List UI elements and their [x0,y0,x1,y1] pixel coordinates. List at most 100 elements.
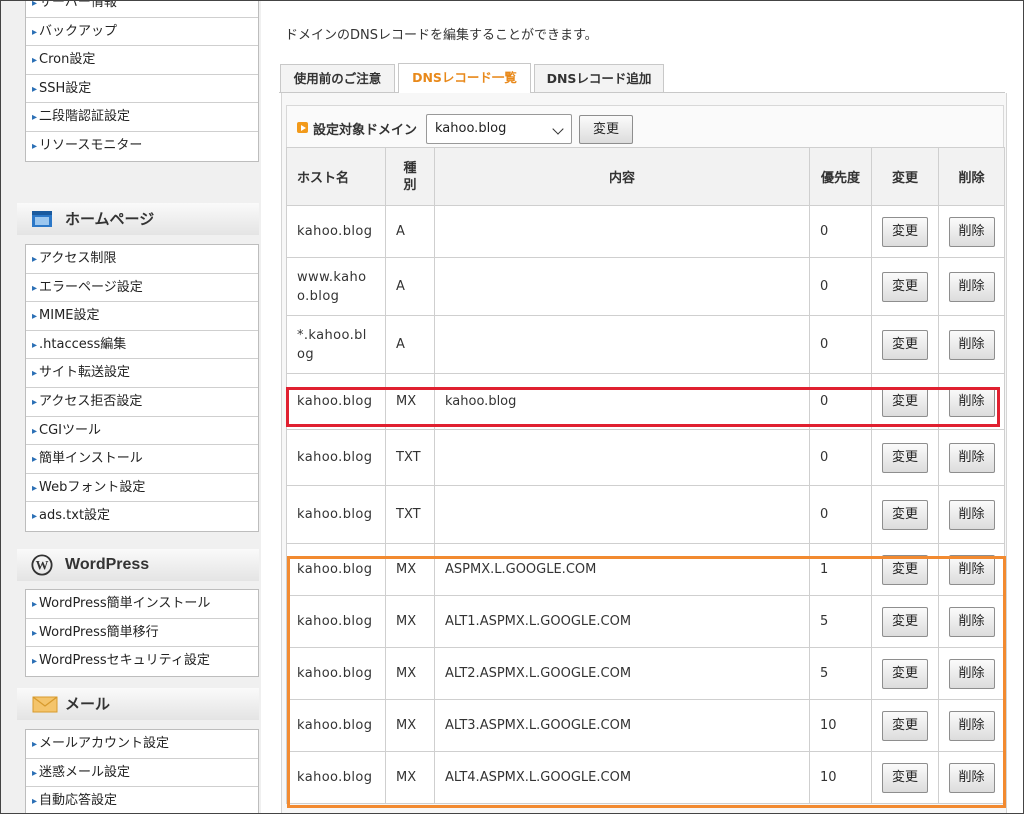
cell-edit: 変更 [871,315,939,374]
cell-delete: 削除 [938,373,1005,430]
cell-type: MX [385,699,435,752]
edit-button[interactable]: 変更 [882,329,928,360]
column-header-type: 種 別 [385,147,435,206]
edit-button[interactable]: 変更 [882,442,928,473]
sidebar-item-server-5[interactable]: ▸ リソースモニター [26,132,258,161]
delete-button[interactable]: 削除 [948,499,995,530]
cell-priority: 10 [809,751,872,804]
column-header-host: ホスト名 [286,147,386,206]
sidebar: ▸ サーバー情報 ▸ バックアップ ▸ Cron設定 ▸ SSH設定 ▸ 二段階認証設定 ▸ リソース… [15,1,259,813]
sidebar-item-mail-0[interactable]: ▸ メールアカウント設定 [26,730,258,759]
cell-priority: 5 [809,595,872,648]
sidebar-item-mail-2[interactable]: ▸ 自動応答設定 [26,787,258,813]
tab-dns-record-add[interactable]: DNSレコード追加 [534,64,664,92]
table-header-row: ホスト名 種 別 内容 優先度 変更 削除 [286,147,1005,206]
sidebar-item-label: メールアカウント設定 [39,736,170,751]
sidebar-item-mail-1[interactable]: ▸ 迷惑メール設定 [26,759,258,788]
delete-button[interactable]: 削除 [948,442,995,473]
sidebar-item-server-1[interactable]: ▸ バックアップ [26,18,258,47]
delete-button[interactable]: 削除 [948,271,995,302]
sidebar-item-homepage-2[interactable]: ▸ MIME設定 [26,302,258,331]
sidebar-item-wordpress-1[interactable]: ▸ WordPress簡単移行 [26,619,258,648]
table-row: kahoo.blog MX kahoo.blog 0 変更 削除 [286,373,1005,430]
edit-button[interactable]: 変更 [882,658,928,689]
arrow-right-icon: ▸ [32,311,38,323]
cell-priority: 0 [809,315,872,374]
sidebar-item-homepage-1[interactable]: ▸ エラーページ設定 [26,274,258,303]
cell-host: kahoo.blog [286,751,386,804]
delete-button[interactable]: 削除 [948,554,995,585]
delete-button[interactable]: 削除 [948,658,995,689]
sidebar-item-homepage-0[interactable]: ▸ アクセス制限 [26,245,258,274]
edit-button[interactable]: 変更 [882,216,928,247]
section-title-wordpress: WordPress [65,556,150,573]
sidebar-item-server-3[interactable]: ▸ SSH設定 [26,75,258,104]
cell-type: MX [385,543,435,596]
sidebar-item-wordpress-2[interactable]: ▸ WordPressセキュリティ設定 [26,647,258,676]
table-row: kahoo.blog MX ALT1.ASPMX.L.GOOGLE.COM 5 変更 削除 [286,595,1005,648]
edit-button[interactable]: 変更 [882,554,928,585]
cell-delete: 削除 [938,429,1005,486]
app-frame: ▸ サーバー情報 ▸ バックアップ ▸ Cron設定 ▸ SSH設定 ▸ 二段階認証設定 ▸ リソース… [0,0,1024,814]
sidebar-item-homepage-3[interactable]: ▸ .htaccess編集 [26,331,258,360]
cell-host: kahoo.blog [286,205,386,258]
cell-type: MX [385,647,435,700]
cell-content: kahoo.blog [434,373,810,430]
domain-change-button[interactable]: 変更 [579,115,633,144]
cell-type: A [385,315,435,374]
sidebar-item-homepage-7[interactable]: ▸ 簡単インストール [26,445,258,474]
cell-type: A [385,257,435,316]
cell-type: MX [385,373,435,430]
sidebar-item-label: 迷惑メール設定 [39,764,131,780]
edit-button[interactable]: 変更 [882,606,928,637]
sidebar-item-label: .htaccess編集 [39,336,127,352]
cell-priority: 5 [809,647,872,700]
column-header-content: 内容 [434,147,810,206]
cell-priority: 0 [809,205,872,258]
edit-button[interactable]: 変更 [882,710,928,741]
edit-button[interactable]: 変更 [882,499,928,530]
sidebar-item-server-4[interactable]: ▸ 二段階認証設定 [26,103,258,132]
arrow-right-icon: ▸ [32,26,38,38]
edit-button[interactable]: 変更 [882,762,928,793]
domain-select[interactable]: kahoo.blog [426,114,572,144]
tab-dns-record-list[interactable]: DNSレコード一覧 [398,63,531,93]
sidebar-item-homepage-9[interactable]: ▸ ads.txt設定 [26,502,258,531]
table-row: kahoo.blog TXT 0 変更 削除 [286,429,1005,486]
edit-button[interactable]: 変更 [882,271,928,302]
delete-button[interactable]: 削除 [948,762,995,793]
delete-button[interactable]: 削除 [948,606,995,637]
sidebar-item-label: WordPressセキュリティ設定 [39,653,210,669]
sidebar-item-server-0[interactable]: ▸ サーバー情報 [26,1,258,18]
sidebar-item-homepage-6[interactable]: ▸ CGIツール [26,417,258,446]
delete-button[interactable]: 削除 [948,386,995,417]
cell-edit: 変更 [871,429,939,486]
sidebar-item-homepage-4[interactable]: ▸ サイト転送設定 [26,359,258,388]
delete-button[interactable]: 削除 [948,216,995,247]
cell-type: MX [385,751,435,804]
cell-host: kahoo.blog [286,699,386,752]
delete-button[interactable]: 削除 [948,329,995,360]
cell-host: kahoo.blog [286,647,386,700]
edit-button[interactable]: 変更 [882,386,928,417]
cell-host: www.kaho o.blog [286,257,386,316]
delete-button[interactable]: 削除 [948,710,995,741]
tab-usage-notes[interactable]: 使用前のご注意 [280,64,395,92]
sidebar-item-server-2[interactable]: ▸ Cron設定 [26,46,258,75]
chevron-down-icon [552,123,564,135]
cell-type: MX [385,595,435,648]
cell-edit: 変更 [871,205,939,258]
sidebar-item-label: Webフォント設定 [39,479,146,495]
domain-selector-row: 設定対象ドメイン kahoo.blog 変更 [286,105,1004,147]
sidebar-item-wordpress-0[interactable]: ▸ WordPress簡単インストール [26,590,258,619]
sidebar-item-homepage-5[interactable]: ▸ アクセス拒否設定 [26,388,258,417]
cell-priority: 0 [809,257,872,316]
table-row: www.kaho o.blog A 0 変更 削除 [286,257,1005,316]
sidebar-item-homepage-8[interactable]: ▸ Webフォント設定 [26,474,258,503]
column-header-priority: 優先度 [809,147,872,206]
section-header-homepage: ホームページ [17,203,259,235]
menu-group-homepage: ▸ アクセス制限 ▸ エラーページ設定 ▸ MIME設定 ▸ .htaccess編集 ▸ サイト転… [25,244,259,532]
dns-panel: 設定対象ドメイン kahoo.blog 変更 ホスト名 種 別 内容 優先度 変… [281,93,1007,813]
cell-delete: 削除 [938,485,1005,544]
menu-group-server: ▸ サーバー情報 ▸ バックアップ ▸ Cron設定 ▸ SSH設定 ▸ 二段階認証設定 ▸ リソース… [25,1,259,162]
